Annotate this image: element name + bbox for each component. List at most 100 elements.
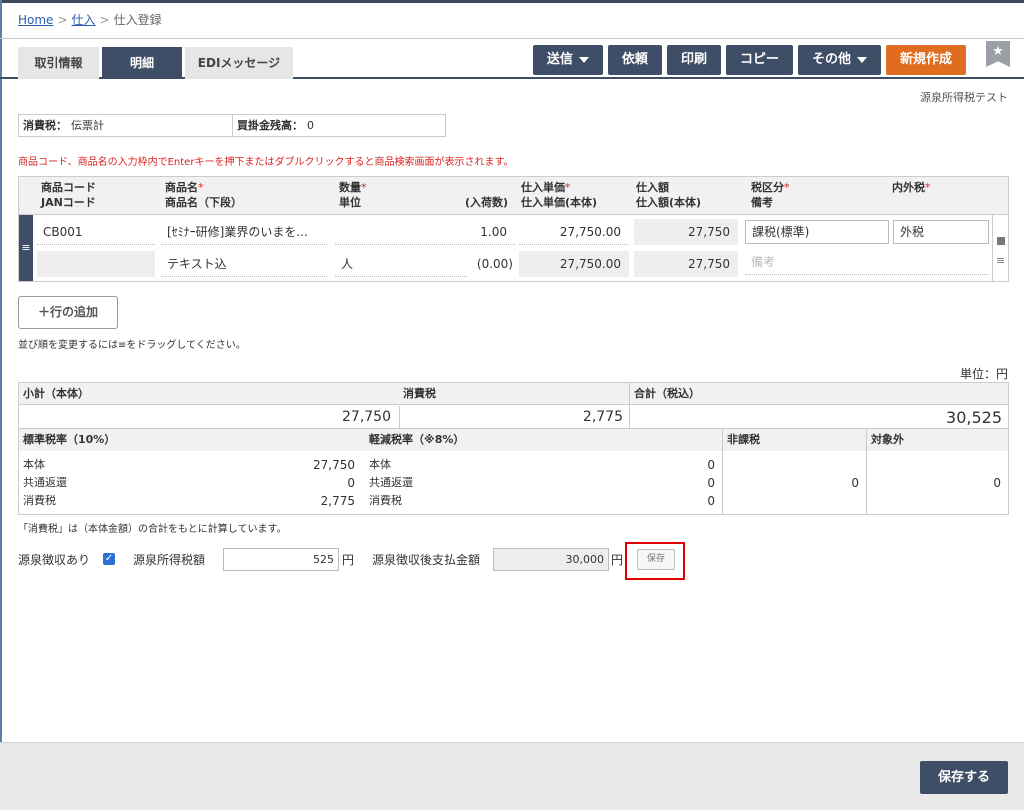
unit-input[interactable]: 人 xyxy=(335,251,467,277)
withholding-tax-input[interactable]: 525 xyxy=(223,548,339,571)
std-rebate-value: 0 xyxy=(347,476,355,490)
grand-total-label: 合計（税込） xyxy=(634,387,700,400)
breadcrumb-purchase-link[interactable]: 仕入 xyxy=(72,13,96,27)
request-button[interactable]: 依頼 xyxy=(607,45,662,75)
balance-label: 買掛金残高： xyxy=(237,119,303,132)
toolbar: 送信 依頼 印刷 コピー その他 新規作成 xyxy=(532,45,966,75)
tax-type-select[interactable]: 外税 xyxy=(893,220,989,244)
yen-label: 円 xyxy=(611,553,624,567)
tab-edi-message[interactable]: EDIメッセージ xyxy=(185,47,293,79)
divider xyxy=(629,383,630,428)
quantity-input[interactable]: 1.00 xyxy=(335,219,515,245)
tax-class-select[interactable]: 課税(標準) xyxy=(745,220,889,244)
product-name-input[interactable]: [ｾﾐﾅｰ研修]業界のいまを... xyxy=(161,219,327,245)
withholding-checkbox[interactable]: ✓ xyxy=(103,553,115,565)
after-withholding-value: 30,000 xyxy=(493,548,609,571)
highlight-box xyxy=(625,542,685,580)
breadcrumb: Home > 仕入 > 仕入登録 xyxy=(18,11,162,28)
caret-down-icon xyxy=(856,56,867,63)
tax-info-value: 伝票計 xyxy=(71,119,104,132)
reduced-rate-label: 軽減税率（※8%） xyxy=(369,433,465,446)
footer-bar: 保存する xyxy=(0,742,1024,810)
detail-grid: 商品コード JANコード 商品名* 商品名（下段） 数量* 単位 (入荷数) 仕入単価… xyxy=(18,176,1009,282)
bookmark-star-icon[interactable]: ★ xyxy=(986,41,1010,67)
code-input[interactable]: CB001 xyxy=(37,219,155,245)
std-tax-value: 2,775 xyxy=(320,494,355,508)
red-tax-label: 消費税 xyxy=(369,494,402,507)
print-button[interactable]: 印刷 xyxy=(666,45,721,75)
in-qty-value: (0.00) xyxy=(476,257,513,271)
header-qty: 数量* 単位 xyxy=(339,181,367,209)
other-button[interactable]: その他 xyxy=(797,45,881,75)
subtotal-value: 27,750 xyxy=(342,409,391,425)
tab-details[interactable]: 明細 xyxy=(102,47,182,79)
send-button[interactable]: 送信 xyxy=(532,45,603,75)
totals-table: 小計（本体） 消費税 合計（税込） 27,750 2,775 30,525 xyxy=(18,382,1009,429)
star-glyph: ★ xyxy=(992,44,1004,59)
tax-rate-table: 標準税率（10%） 軽減税率（※8%） 非課税 対象外 本体 共通返還 消費税 … xyxy=(18,429,1009,515)
tab-bar: 取引情報 明細 EDIメッセージ 送信 依頼 印刷 コピー その他 新規作成 ★ xyxy=(0,38,1024,79)
tax-info-cell: 消費税： 伝票計 xyxy=(19,115,232,136)
breadcrumb-home-link[interactable]: Home xyxy=(18,13,53,27)
tax-total-label: 消費税 xyxy=(403,387,436,400)
new-create-button[interactable]: 新規作成 xyxy=(885,45,966,75)
breadcrumb-separator: > xyxy=(57,13,68,27)
unit-price-body-value: 27,750.00 xyxy=(519,251,629,277)
tax-total-value: 2,775 xyxy=(582,409,623,425)
jan-input[interactable] xyxy=(37,251,155,277)
breadcrumb-separator: > xyxy=(99,13,110,27)
tab-transaction-info[interactable]: 取引情報 xyxy=(18,47,99,79)
red-rebate-label: 共通返還 xyxy=(369,476,413,489)
header-price: 仕入単価* 仕入単価(本体) xyxy=(521,181,598,209)
row-menu-icon[interactable]: ≡ xyxy=(996,254,1005,267)
product-name-sub-input[interactable]: テキスト込 xyxy=(161,251,327,277)
std-body-value: 27,750 xyxy=(313,458,355,472)
amount-value: 27,750 xyxy=(634,219,738,245)
left-border xyxy=(0,0,2,810)
save-button[interactable]: 保存する xyxy=(920,761,1008,794)
balance-value: 0 xyxy=(307,119,314,132)
std-tax-label: 消費税 xyxy=(23,494,56,507)
row-drag-handle[interactable]: ≡ xyxy=(19,215,33,281)
drag-hint: 並び順を変更するには≡をドラッグしてください。 xyxy=(18,340,246,351)
caret-down-icon xyxy=(578,56,589,63)
header-tax-class: 税区分* 備考 xyxy=(751,181,790,209)
yen-label: 円 xyxy=(342,553,355,567)
note-input[interactable]: 備考 xyxy=(745,249,989,275)
amount-body-value: 27,750 xyxy=(634,251,738,277)
search-notice: 商品コード、商品名の入力枠内でEnterキーを押下またはダブルクリックすると商品… xyxy=(18,157,514,168)
row-side-menu: ≡ xyxy=(992,215,1008,281)
std-rebate-label: 共通返還 xyxy=(23,476,67,489)
row-select-icon[interactable] xyxy=(997,237,1005,245)
red-tax-value: 0 xyxy=(707,494,715,508)
info-box: 消費税： 伝票計 買掛金残高： 0 xyxy=(18,114,446,137)
nontax-value: 0 xyxy=(851,476,859,490)
send-button-label: 送信 xyxy=(546,52,573,67)
header-name: 商品名* 商品名（下段） xyxy=(165,181,242,209)
header-amount: 仕入額 仕入額(本体) xyxy=(636,181,702,209)
calc-note: 「消費税」は（本体金額）の合計をもとに計算しています。 xyxy=(18,524,287,535)
grid-header: 商品コード JANコード 商品名* 商品名（下段） 数量* 単位 (入荷数) 仕入単価… xyxy=(19,177,1008,215)
exempt-value: 0 xyxy=(993,476,1001,490)
nontax-label: 非課税 xyxy=(727,433,760,446)
unit-price-input[interactable]: 27,750.00 xyxy=(519,219,629,245)
divider xyxy=(722,429,723,515)
std-body-label: 本体 xyxy=(23,458,45,471)
balance-info-cell: 買掛金残高： 0 xyxy=(232,115,445,136)
header-in-qty: (入荷数) xyxy=(465,196,509,209)
top-border xyxy=(0,0,1024,3)
withholding-tax-label: 源泉所得税額 xyxy=(133,553,206,567)
grand-total-value: 30,525 xyxy=(946,408,1002,427)
after-withholding-label: 源泉徴収後支払金額 xyxy=(372,553,481,567)
source-tax-test-label: 源泉所得税テスト xyxy=(920,91,1008,104)
red-rebate-value: 0 xyxy=(707,476,715,490)
divider xyxy=(399,406,400,428)
red-body-label: 本体 xyxy=(369,458,391,471)
copy-button[interactable]: コピー xyxy=(725,45,793,75)
exempt-label: 対象外 xyxy=(871,433,904,446)
divider xyxy=(866,429,867,515)
tax-info-label: 消費税： xyxy=(23,119,67,132)
standard-rate-label: 標準税率（10%） xyxy=(23,433,116,446)
header-tax-type: 内外税* xyxy=(892,181,931,194)
add-row-button[interactable]: ＋行の追加 xyxy=(18,296,118,329)
